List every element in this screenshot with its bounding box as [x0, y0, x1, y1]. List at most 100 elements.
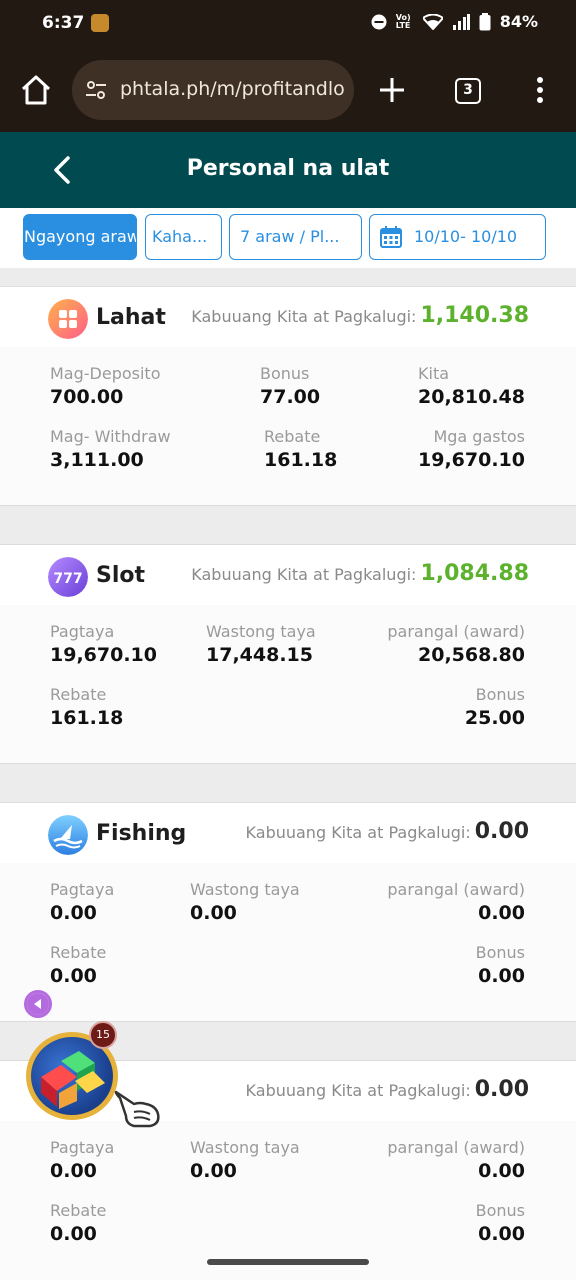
stat-rebate: Rebate 161.18: [264, 426, 337, 472]
stat-bonus: Bonus 0.00: [476, 1200, 525, 1246]
stat-expenses: Mga gastos 19,670.10: [418, 426, 525, 472]
stat-value: 20,568.80: [418, 644, 525, 666]
card-title: Fishing: [96, 821, 187, 846]
stat-value: 0.00: [478, 1160, 525, 1182]
total-value: 0.00: [474, 819, 529, 844]
notification-badge: 15: [89, 1021, 117, 1049]
more-vert-icon[interactable]: [536, 76, 544, 104]
summary-card-fishing: Fishing Kabuuang Kita at Pagkalugi: 0.00 …: [0, 802, 576, 1022]
home-icon[interactable]: [18, 72, 54, 108]
stat-bonus: Bonus 0.00: [476, 942, 525, 988]
total-profit: Kabuuang Kita at Pagkalugi: 1,140.38: [191, 303, 529, 328]
stat-value: 77.00: [260, 386, 321, 408]
address-bar[interactable]: phtala.ph/m/profitandlo: [72, 60, 354, 120]
stat-withdraw: Mag- Withdraw 3,111.00: [50, 426, 171, 472]
stat-value: 0.00: [50, 1223, 97, 1245]
total-label: Kabuuang Kita at Pagkalugi:: [191, 307, 417, 326]
stat-award: parangal (award) 0.00: [387, 1137, 525, 1183]
stat-label: Rebate: [264, 427, 321, 446]
stat-deposit: Mag-Deposito 700.00: [50, 363, 161, 409]
stat-label: Pagtaya: [50, 880, 115, 899]
date-range-text: 10/10- 10/10: [414, 227, 518, 246]
stat-value: 0.00: [478, 1223, 525, 1245]
stat-label: Pagtaya: [50, 622, 115, 641]
status-bar: 6:37 Vo) LTE 84%: [0, 0, 576, 48]
card-title: Lahat: [96, 305, 166, 330]
tabs-icon[interactable]: 3: [455, 78, 481, 104]
stat-bet: Pagtaya 19,670.10: [50, 621, 157, 667]
page-title: Personal na ulat: [186, 156, 390, 181]
total-profit: Kabuuang Kita at Pagkalugi: 0.00: [246, 1077, 529, 1102]
total-value: 1,140.38: [420, 303, 529, 328]
date-picker-chip[interactable]: 10/10- 10/10: [369, 214, 546, 260]
stat-bet: Pagtaya 0.00: [50, 879, 114, 925]
filter-today-chip[interactable]: Ngayong araw: [23, 214, 137, 260]
stat-rebate: Rebate 0.00: [50, 942, 106, 988]
stat-value: 3,111.00: [50, 449, 144, 471]
gesture-nav-bar[interactable]: [207, 1259, 369, 1265]
stat-value: 161.18: [50, 707, 124, 729]
url-text[interactable]: phtala.ph/m/profitandlo: [120, 78, 345, 100]
stat-value: 700.00: [50, 386, 124, 408]
stat-label: parangal (award): [387, 622, 525, 641]
total-label: Kabuuang Kita at Pagkalugi:: [245, 823, 471, 842]
stat-label: Mga gastos: [433, 427, 525, 446]
stat-label: Mag-Deposito: [50, 364, 161, 383]
total-label: Kabuuang Kita at Pagkalugi:: [191, 565, 417, 584]
total-profit: Kabuuang Kita at Pagkalugi: 0.00: [246, 819, 529, 844]
total-value: 1,084.88: [420, 561, 529, 586]
stat-kita: Kita 20,810.48: [418, 363, 525, 409]
status-icons: Vo) LTE 84%: [371, 12, 538, 31]
stat-label: Rebate: [50, 1201, 107, 1220]
stat-bet: Pagtaya 0.00: [50, 1137, 114, 1183]
notification-app-icon: [91, 14, 109, 32]
total-label: Kabuuang Kita at Pagkalugi:: [245, 1081, 471, 1100]
stat-value: 0.00: [50, 965, 97, 987]
card-title: Slot: [96, 563, 146, 588]
plus-icon[interactable]: [378, 76, 406, 104]
stat-value: 0.00: [190, 1160, 237, 1182]
collapse-float-button[interactable]: [24, 990, 52, 1018]
filter-range-chip[interactable]: 7 araw / Pl...: [229, 214, 362, 260]
summary-card-slot: 777 Slot Kabuuang Kita at Pagkalugi: 1,08…: [0, 544, 576, 764]
stat-label: Kita: [418, 364, 450, 383]
stat-value: 19,670.10: [418, 449, 525, 471]
stat-bonus: Bonus 25.00: [465, 684, 525, 730]
tune-icon[interactable]: [84, 78, 108, 102]
battery-icon: [479, 12, 491, 30]
wifi-icon: [422, 13, 443, 30]
filter-bar: Ngayong araw Kaha... 7 araw / Pl... 10/1…: [0, 208, 576, 268]
stat-rebate: Rebate 0.00: [50, 1200, 106, 1246]
stat-value: 19,670.10: [50, 644, 157, 666]
stat-value: 0.00: [478, 902, 525, 924]
stat-label: Bonus: [260, 364, 310, 383]
stat-label: Wastong taya: [190, 1138, 300, 1157]
filter-kaha-chip[interactable]: Kaha...: [145, 214, 222, 260]
status-time: 6:37: [42, 13, 85, 33]
stat-value: 0.00: [478, 965, 525, 987]
stat-label: parangal (award): [387, 880, 525, 899]
summary-card-lahat: Lahat Kabuuang Kita at Pagkalugi: 1,140.3…: [0, 286, 576, 506]
stat-value: 20,810.48: [418, 386, 525, 408]
stat-label: Bonus: [475, 943, 525, 962]
stat-label: Pagtaya: [50, 1138, 115, 1157]
stat-valid-bet: Wastong taya 0.00: [190, 1137, 300, 1183]
stat-valid-bet: Wastong taya 17,448.15: [206, 621, 316, 667]
stat-rebate: Rebate 161.18: [50, 684, 123, 730]
stat-label: Rebate: [50, 943, 107, 962]
total-value: 0.00: [474, 1077, 529, 1102]
stat-label: Wastong taya: [206, 622, 316, 641]
stat-label: Rebate: [50, 685, 107, 704]
stat-award: parangal (award) 20,568.80: [387, 621, 525, 667]
signal-icon: [452, 13, 470, 30]
card-header: 777 Slot Kabuuang Kita at Pagkalugi: 1,08…: [0, 545, 576, 605]
slot-777-icon: 777: [48, 557, 88, 597]
card-header: Lahat Kabuuang Kita at Pagkalugi: 1,140.3…: [0, 287, 576, 347]
stat-value: 0.00: [50, 902, 97, 924]
total-profit: Kabuuang Kita at Pagkalugi: 1,084.88: [191, 561, 529, 586]
stat-value: 161.18: [264, 449, 338, 471]
stat-label: Bonus: [475, 685, 525, 704]
grid-icon: [48, 299, 88, 339]
card-header: Fishing Kabuuang Kita at Pagkalugi: 0.00: [0, 803, 576, 863]
stat-value: 25.00: [464, 707, 525, 729]
